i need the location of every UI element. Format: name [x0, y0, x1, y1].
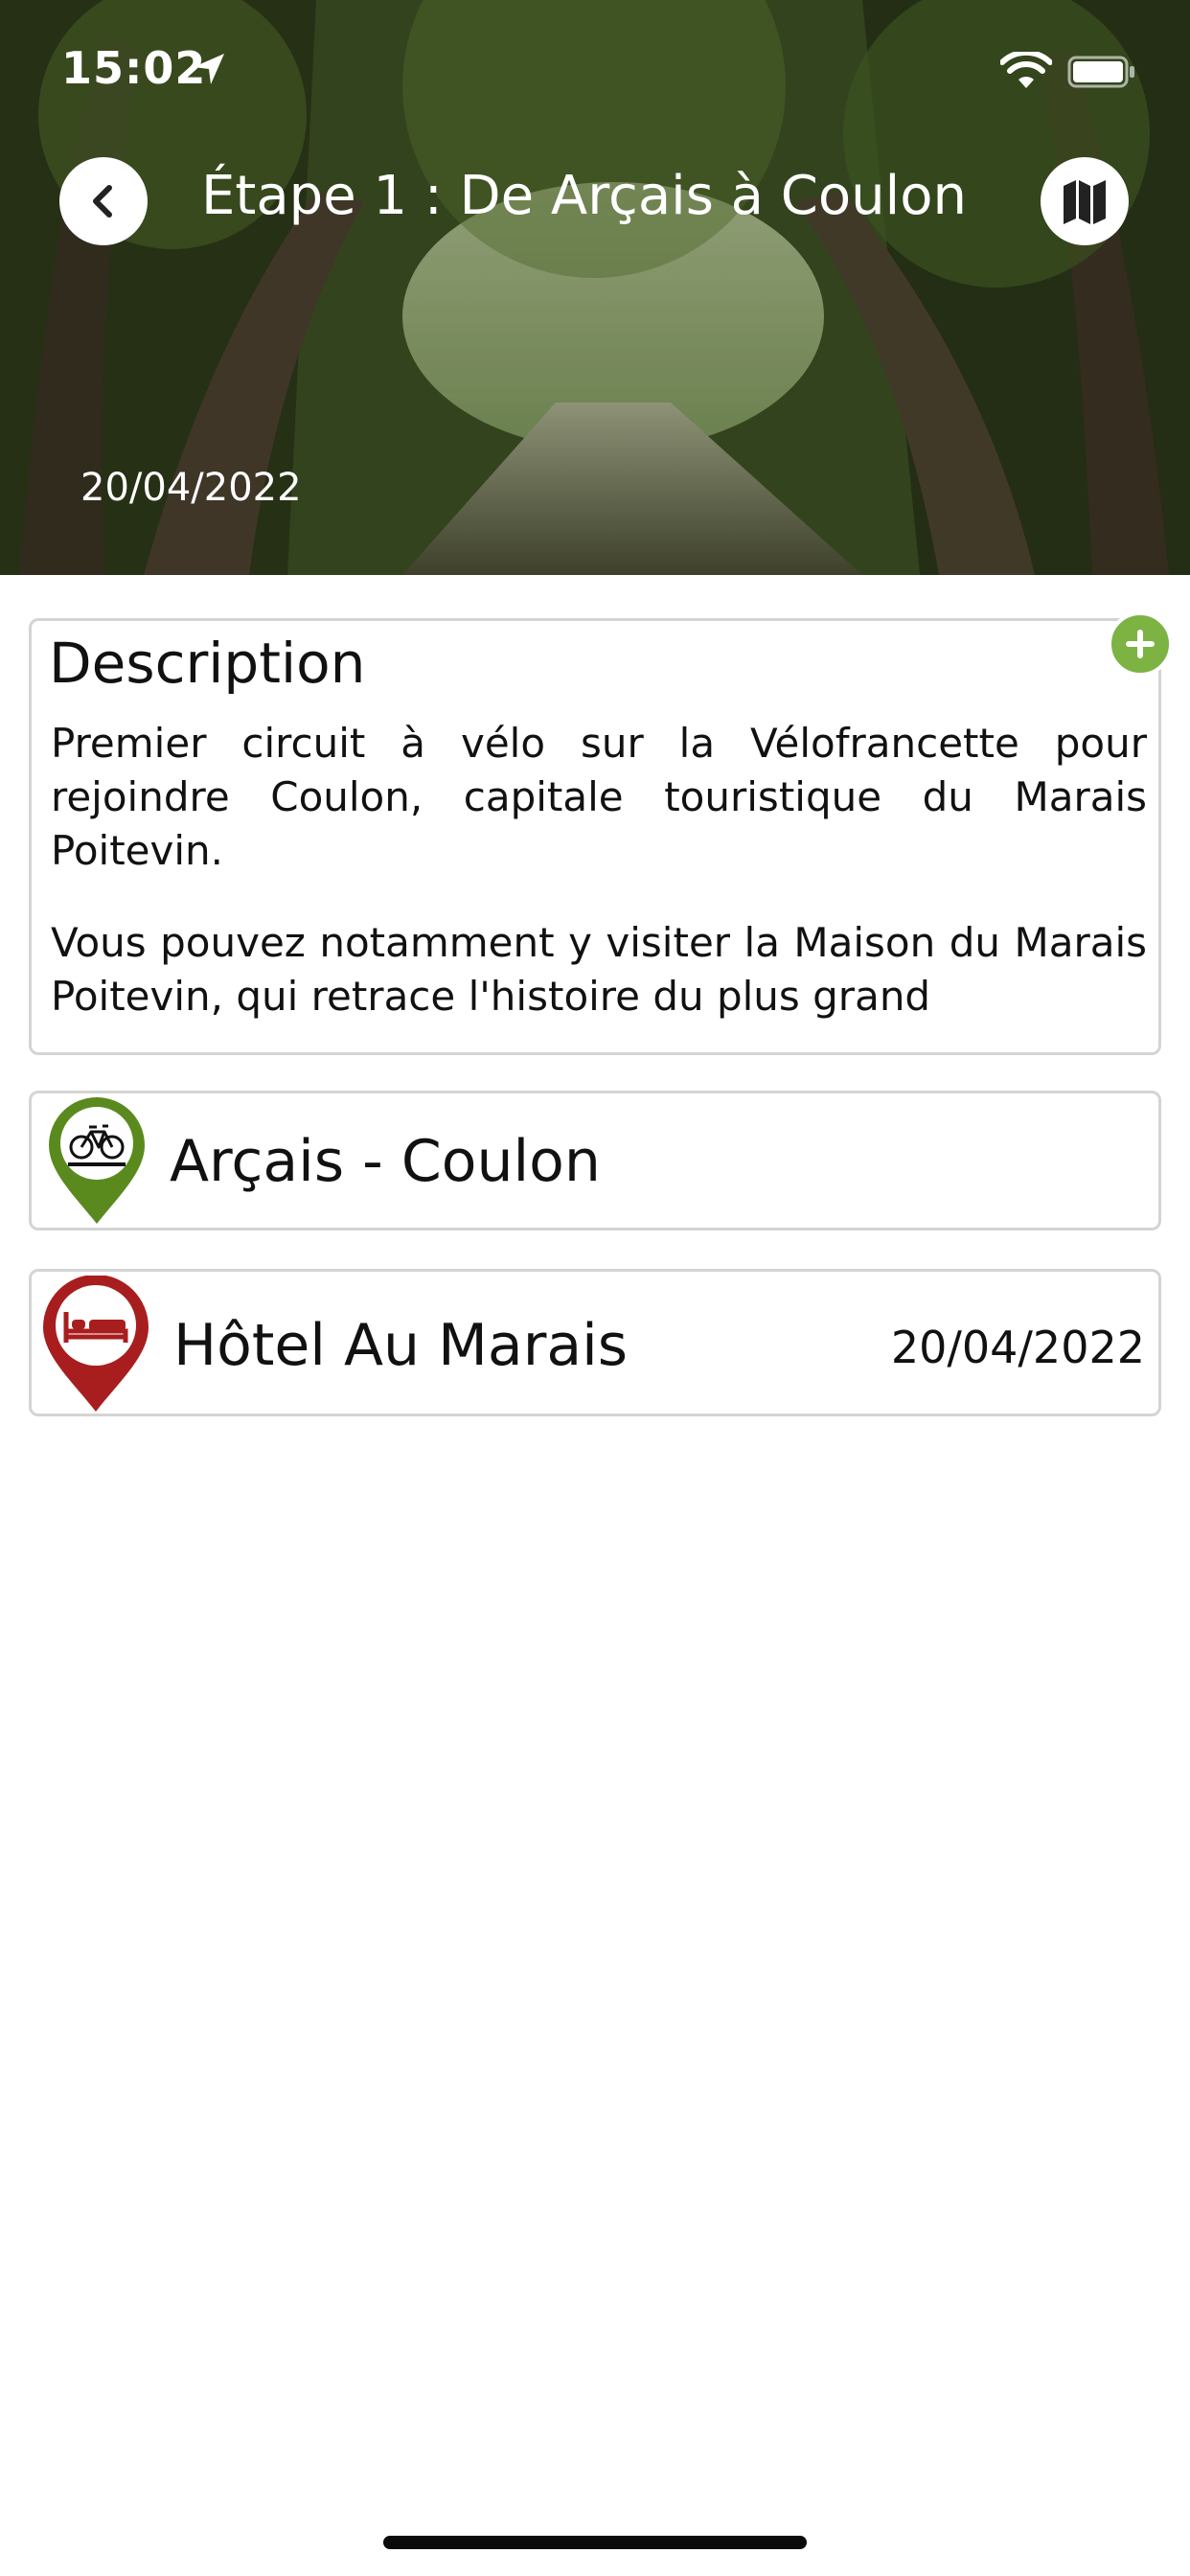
- bicycle-pin-icon: [49, 1097, 145, 1224]
- battery-icon: [1067, 56, 1134, 88]
- stage-date: 20/04/2022: [80, 466, 302, 510]
- description-heading: Description: [49, 631, 366, 696]
- back-button[interactable]: [59, 157, 148, 245]
- hotel-date: 20/04/2022: [890, 1322, 1145, 1373]
- chevron-left-icon: [93, 185, 112, 218]
- wifi-icon: [1000, 52, 1052, 88]
- page-title: Étape 1 : De Arçais à Coulon: [201, 165, 967, 227]
- home-indicator[interactable]: [383, 2536, 807, 2549]
- location-arrow-icon: [194, 54, 224, 84]
- description-text: Premier circuit à vélo sur la Vélofrance…: [51, 717, 1147, 1033]
- description-paragraph: Premier circuit à vélo sur la Vélofrance…: [51, 720, 1147, 874]
- hotel-label: Hôtel Au Marais: [173, 1312, 629, 1379]
- expand-description-button[interactable]: [1108, 611, 1173, 677]
- header-hero: 15:02 Étape 1 : De Arçais à Coulon 20/04…: [0, 0, 1190, 575]
- description-card: Description Premier circuit à vélo sur l…: [29, 618, 1161, 1055]
- list-item-hotel[interactable]: Hôtel Au Marais 20/04/2022: [29, 1269, 1161, 1416]
- map-button[interactable]: [1041, 157, 1129, 245]
- map-icon: [1064, 180, 1106, 224]
- description-paragraph: Vous pouvez notamment y visiter la Maiso…: [51, 919, 1147, 1020]
- route-label: Arçais - Coulon: [170, 1128, 601, 1195]
- bed-pin-icon: [43, 1276, 149, 1412]
- plus-icon: [1126, 630, 1155, 658]
- list-item-route[interactable]: Arçais - Coulon: [29, 1091, 1161, 1230]
- status-time: 15:02: [61, 42, 207, 94]
